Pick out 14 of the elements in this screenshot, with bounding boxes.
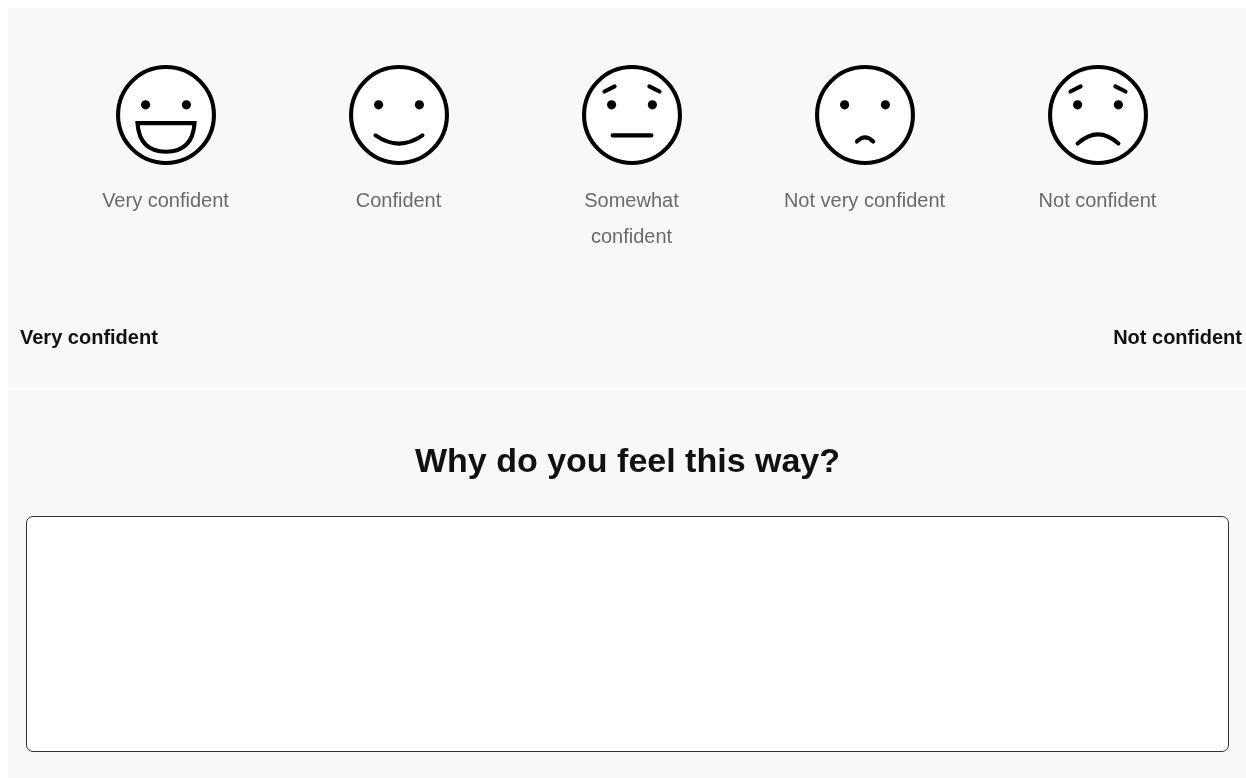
scale-start-label: Very confident	[20, 326, 158, 349]
option-label[interactable]: Very confident	[75, 182, 256, 218]
grin-face-icon	[114, 64, 217, 166]
frown-face-icon	[813, 64, 916, 166]
scale-end-label: Not confident	[1113, 326, 1242, 349]
option-label[interactable]: Confident	[308, 182, 489, 218]
worried-face-icon	[580, 64, 683, 166]
sad-face-icon	[1046, 64, 1149, 166]
option-label[interactable]: Somewhat confident	[541, 182, 722, 254]
answer-box[interactable]	[26, 516, 1229, 752]
smile-face-icon	[347, 64, 450, 166]
option-label[interactable]: Not confident	[1007, 182, 1188, 218]
question-title: Why do you feel this way?	[414, 440, 841, 481]
option-label[interactable]: Not very confident	[774, 182, 955, 218]
